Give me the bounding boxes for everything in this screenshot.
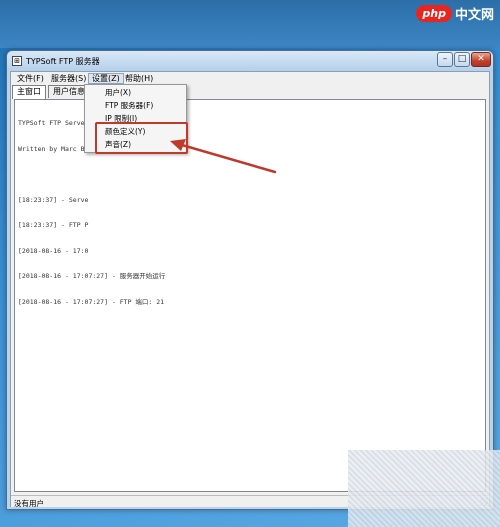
log-area[interactable]: TYPSoft FTP Server Written by Marc Be [1… — [14, 99, 486, 492]
title-bar[interactable]: ⊞ TYPSoft FTP 服务器 – □ ✕ — [7, 51, 493, 71]
menu-item-ftp-server[interactable]: FTP 服务器(F) — [105, 100, 153, 111]
status-text: 没有用户 — [14, 499, 44, 508]
watermark-brand: php — [416, 4, 452, 22]
site-watermark: php 中文网 — [416, 2, 494, 24]
app-icon[interactable]: ⊞ — [12, 56, 22, 66]
menu-server[interactable]: 服务器(S) — [48, 73, 89, 84]
maximize-button[interactable]: □ — [454, 52, 470, 67]
log-line: [2018-08-16 - 17:07:27] - 服务器开始运行 — [18, 272, 166, 280]
log-line: [18:23:37] - FTP P — [18, 221, 89, 229]
menu-help[interactable]: 帮助(H) — [122, 73, 156, 84]
tab-main-window[interactable]: 主窗口 — [12, 85, 46, 99]
blurred-watermark — [348, 450, 500, 527]
highlight-box — [95, 122, 188, 154]
menu-item-users[interactable]: 用户(X) — [105, 87, 131, 98]
menu-bar: 文件(F) 服务器(S) 设置(Z) 帮助(H) — [11, 72, 489, 85]
tab-strip: 主窗口 用户信息 — [11, 85, 489, 99]
menu-file[interactable]: 文件(F) — [14, 73, 47, 84]
minimize-button[interactable]: – — [437, 52, 453, 67]
log-line: [2018-08-16 - 17:0 — [18, 246, 89, 255]
log-line: [2018-08-16 - 17:07:27] - FTP 端口: 21 — [18, 297, 165, 306]
ftp-server-window: ⊞ TYPSoft FTP 服务器 – □ ✕ 文件(F) 服务器(S) 设置(… — [6, 50, 494, 510]
watermark-site: 中文网 — [454, 7, 494, 23]
log-line: [18:23:37] - Serve — [18, 195, 89, 204]
client-area: 文件(F) 服务器(S) 设置(Z) 帮助(H) 主窗口 用户信息 TYPSof… — [10, 71, 490, 508]
menu-settings[interactable]: 设置(Z) — [88, 73, 124, 84]
close-button[interactable]: ✕ — [471, 52, 491, 67]
window-title: TYPSoft FTP 服务器 — [26, 57, 100, 66]
